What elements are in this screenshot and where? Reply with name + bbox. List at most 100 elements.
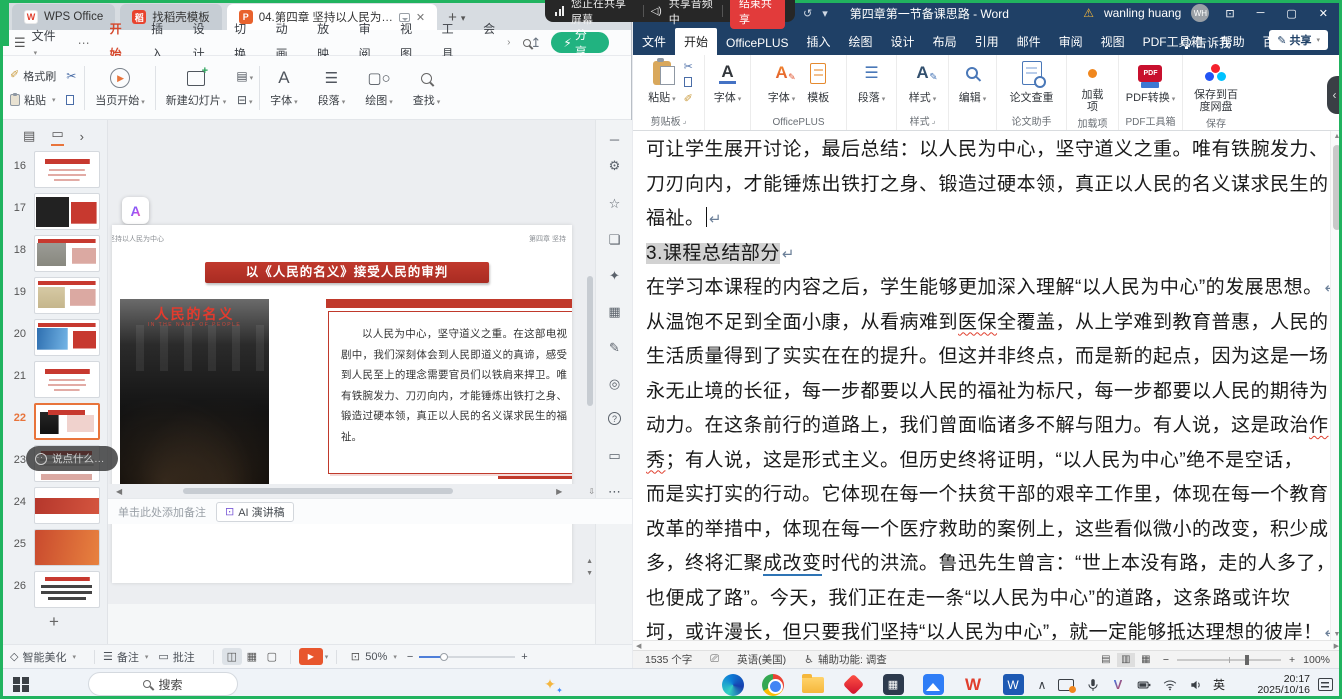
document-text[interactable]: 可让学生展开讨论，最后总结：以人民为中心，坚守道义之重。唯有铁腕发力、刀刃向内，… [646, 133, 1324, 640]
maximize-button[interactable]: ▢ [1280, 7, 1302, 20]
save-icon[interactable]: ↺ [803, 7, 812, 20]
floating-app-logo[interactable]: A [122, 197, 149, 224]
zoom-slider[interactable] [1177, 659, 1281, 661]
copilot-sparkle-icon[interactable]: ✦ [536, 669, 564, 699]
paste-button[interactable]: 粘贴▾ [644, 58, 680, 107]
slide-thumb-preview[interactable] [34, 403, 100, 440]
fit-page-icon[interactable]: ⇩ [588, 487, 595, 496]
collapse-pane-icon[interactable]: ─ [596, 132, 633, 147]
scroll-down-arrow[interactable]: ▼ [1331, 631, 1342, 638]
addins-button[interactable]: 加载项 [1074, 58, 1112, 115]
tray-voov-icon[interactable]: V [1106, 669, 1130, 699]
document-line-9[interactable]: 动力。在这条前行的道路上，我们曾面临诸多不解与阻力。有人说，这是政治作 [646, 409, 1324, 444]
document-line-6[interactable]: 从温饱不足到全面小康，从看病难到医保全覆盖，从上学难到教育普惠，人民的 [646, 306, 1324, 341]
canvas-horizontal-scrollbar[interactable]: ◀ ▶ ⇩ [108, 484, 595, 498]
document-line-4[interactable]: 3.课程总结部分↵ [646, 237, 1324, 272]
editing-group-button[interactable]: 编辑▾ [955, 58, 991, 107]
word-horizontal-scrollbar[interactable]: ◀ ▶ [633, 640, 1342, 650]
hamburger-menu-icon[interactable]: ☰ [14, 35, 26, 51]
account-name[interactable]: wanling huang [1104, 6, 1181, 20]
slide-thumb-preview[interactable] [34, 319, 100, 356]
styles-dialog-launcher[interactable]: ⌟ [932, 116, 936, 125]
find-button[interactable]: 查找▾ [403, 67, 451, 108]
document-line-1[interactable]: 可让学生展开讨论，最后总结：以人民为中心，坚守道义之重。唯有铁腕发力、 [646, 133, 1324, 168]
file-menu[interactable]: 文件▾ [32, 27, 60, 58]
taskbar-search[interactable]: 搜索 [88, 672, 238, 696]
document-line-2[interactable]: 刀刃向内，才能锤炼出铁打之身、锻造过硬本领，真正以人民的名义谋求民生的 [646, 168, 1324, 203]
zoom-level[interactable]: 100% [1303, 654, 1330, 666]
slide-22[interactable]: 坚持以人民为中心 第四章 坚持 以《人民的名义》接受人民的审判 人民的名义 IN… [112, 225, 572, 583]
slide-thumb-preview[interactable] [34, 487, 100, 524]
clipboard-dialog-launcher[interactable]: ⌟ [683, 116, 687, 125]
slideshow-play-button[interactable]: ▶ [299, 648, 323, 665]
close-button[interactable]: ✕ [1313, 7, 1334, 20]
taskbar-file-explorer[interactable] [798, 669, 828, 699]
expand-panel-icon[interactable]: › [80, 129, 84, 144]
slide-thumbnail-20[interactable]: 20 [0, 318, 108, 358]
slide-thumbnail-18[interactable]: 18 [0, 234, 108, 274]
ai-speech-button[interactable]: ⊡ AI 演讲稿 [216, 502, 294, 522]
word-tab-0[interactable]: 文件 [633, 28, 675, 55]
movie-poster-image[interactable]: 人民的名义 IN THE NAME OF PEOPLE [120, 299, 269, 506]
word-tab-5[interactable]: 设计 [882, 28, 924, 55]
scroll-up-arrow[interactable]: ▲ [1331, 133, 1342, 140]
taskbar-edge[interactable] [718, 669, 748, 699]
document-line-3[interactable]: 福祉。↵ [646, 202, 1324, 237]
slide-text-box[interactable]: 以人民为中心，坚守道义之重。在这部电视剧中，我们深刻体会到人民即道义的真谛，感受… [328, 311, 572, 474]
notes-placeholder[interactable]: 单击此处添加备注 [118, 504, 206, 520]
slide-thumb-preview[interactable] [34, 571, 100, 608]
material-search-icon[interactable]: ◎ [596, 376, 633, 392]
favorites-icon[interactable]: ☆ [596, 196, 633, 212]
beautify-wand-icon[interactable]: ✦ [596, 268, 633, 284]
taskbar-app-mountain[interactable] [918, 669, 948, 699]
taskbar-chrome[interactable] [758, 669, 788, 699]
slide-thumb-preview[interactable] [34, 277, 100, 314]
new-slide-button[interactable]: 新建幻灯片▾ [156, 67, 237, 108]
slide-thumbnail-16[interactable]: 16 [0, 150, 108, 190]
paper-check-button[interactable]: 论文查重 [1006, 58, 1058, 107]
word-tab-7[interactable]: 引用 [966, 28, 1008, 55]
slide-thumbnail-21[interactable]: 21 [0, 360, 108, 400]
document-line-12[interactable]: 改革的举措中，体现在每一个医疗救助的案例上，这些看似微小的改变，积少成 [646, 513, 1324, 548]
font-group-button[interactable]: A 字体▾ [710, 58, 746, 107]
taskbar-wps[interactable]: W [958, 669, 988, 699]
accessibility-status[interactable]: 辅助功能: 调查 [818, 652, 887, 667]
paragraph-group-button[interactable]: ☰ 段落▾ [854, 58, 890, 107]
officeplus-font-button[interactable]: A 字体▾ [764, 58, 800, 107]
font-panel-button[interactable]: A 字体▾ [260, 67, 308, 108]
word-tab-2[interactable]: OfficePLUS [717, 31, 797, 55]
styles-group-button[interactable]: A 样式▾ [905, 58, 941, 107]
read-mode-icon[interactable]: ▤ [1097, 653, 1115, 667]
tray-wifi-icon[interactable] [1158, 669, 1182, 699]
tell-me-button[interactable]: 告诉我 [1174, 29, 1239, 56]
menu-overflow-icon[interactable]: › [507, 37, 510, 48]
slide-thumbnail-24[interactable]: 24 [0, 486, 108, 526]
slide-thumb-preview[interactable] [34, 361, 100, 398]
reading-view-icon[interactable]: ▢ [262, 648, 282, 665]
slides-resource-icon[interactable]: ❏ [596, 232, 633, 248]
format-painter-icon[interactable]: ✐ [684, 94, 693, 105]
word-tab-1[interactable]: 开始 [675, 28, 717, 55]
meeting-chat-pill[interactable]: 说点什么… [26, 446, 118, 471]
slide-title-banner[interactable]: 以《人民的名义》接受人民的审判 [205, 262, 489, 283]
prev-slide-arrow[interactable]: ▲ [586, 558, 593, 565]
slide-thumb-preview[interactable] [34, 193, 100, 230]
word-tab-6[interactable]: 布局 [924, 28, 966, 55]
web-layout-icon[interactable]: ▦ [1137, 653, 1155, 667]
thumbnail-view-icon[interactable]: ▭ [51, 126, 63, 146]
document-line-11[interactable]: 而是实打实的行动。它体现在每一个扶贫干部的艰辛工作里，体现在每一个教育 [646, 478, 1324, 513]
slide-thumbnail-17[interactable]: 17 [0, 192, 108, 232]
play-from-current-button[interactable]: ▶ 当页开始▾ [85, 67, 155, 108]
print-layout-icon[interactable]: ▥ [1117, 653, 1135, 667]
word-tab-3[interactable]: 插入 [798, 28, 840, 55]
word-document-page[interactable]: 可让学生展开讨论，最后总结：以人民为中心，坚守道义之重。唯有铁腕发力、刀刃向内，… [633, 131, 1342, 640]
hidden-icons-chevron[interactable]: ∧ [1032, 669, 1052, 699]
search-icon[interactable] [523, 36, 531, 50]
language-indicator[interactable]: 英语(美国) [737, 652, 786, 667]
paste-button[interactable]: 粘贴▾ [10, 92, 56, 108]
warning-icon[interactable]: ⚠ [1083, 6, 1094, 20]
zoom-in-button[interactable]: + [1289, 654, 1295, 666]
play-options-icon[interactable]: ▾ [325, 653, 329, 661]
document-line-7[interactable]: 生活质量得到了实实在在的提升。但这并非终点，而是新的起点，因为这是一场 [646, 340, 1324, 375]
help-icon[interactable]: ? [596, 412, 633, 425]
